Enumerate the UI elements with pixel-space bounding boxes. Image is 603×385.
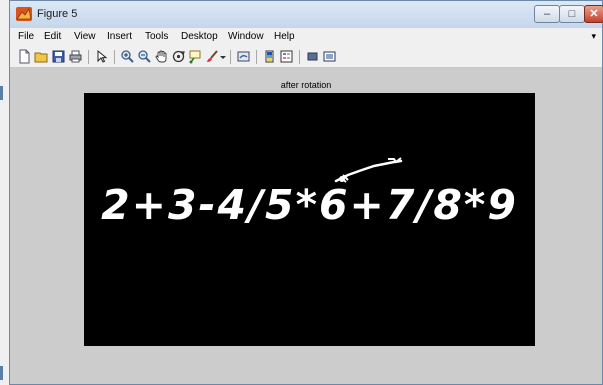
- menu-desktop[interactable]: Desktop: [181, 31, 218, 42]
- toolbar-separator: [256, 50, 257, 64]
- data-cursor-icon[interactable]: [188, 49, 203, 64]
- toolbar-separator: [299, 50, 300, 64]
- matlab-icon: [16, 7, 32, 21]
- menu-file[interactable]: File: [18, 31, 34, 42]
- toolbar-separator: [88, 50, 89, 64]
- expression-text: 2+3-4/5*6+7/8*9: [101, 181, 518, 229]
- toolbar-separator: [114, 50, 115, 64]
- menu-tools[interactable]: Tools: [145, 31, 168, 42]
- pan-hand-icon[interactable]: [154, 49, 169, 64]
- close-button[interactable]: ✕: [584, 5, 603, 23]
- figure-window: Figure 5 – □ ✕ File Edit View Insert Too…: [9, 0, 603, 385]
- window-edge-marker: [0, 86, 3, 100]
- minimize-button[interactable]: –: [534, 5, 560, 23]
- zoom-out-icon[interactable]: [137, 49, 152, 64]
- zoom-in-icon[interactable]: [120, 49, 135, 64]
- colorbar-icon[interactable]: [262, 49, 277, 64]
- maximize-button[interactable]: □: [559, 5, 585, 23]
- legend-icon[interactable]: [279, 49, 294, 64]
- background-window-edge: [0, 0, 9, 385]
- link-plot-icon[interactable]: [236, 49, 251, 64]
- brush-icon[interactable]: [205, 49, 220, 64]
- window-title: Figure 5: [37, 8, 78, 20]
- new-figure-icon[interactable]: [17, 49, 32, 64]
- menu-bar: File Edit View Insert Tools Desktop Wind…: [10, 28, 602, 47]
- figure-canvas: after rotation 2+3-4/5*6+7/8*9: [10, 68, 602, 384]
- menu-edit[interactable]: Edit: [44, 31, 61, 42]
- open-file-icon[interactable]: [34, 49, 49, 64]
- image-axes[interactable]: 2+3-4/5*6+7/8*9: [84, 93, 535, 346]
- brush-dropdown-icon[interactable]: [220, 49, 235, 64]
- axes-title: after rotation: [280, 80, 332, 90]
- print-icon[interactable]: [68, 49, 83, 64]
- hide-plot-tools-icon[interactable]: [305, 49, 320, 64]
- menu-window[interactable]: Window: [228, 31, 264, 42]
- title-bar[interactable]: Figure 5 – □ ✕: [10, 1, 603, 28]
- rotate-3d-icon[interactable]: [171, 49, 186, 64]
- maximize-icon: □: [568, 8, 576, 20]
- save-icon[interactable]: [51, 49, 66, 64]
- select-arrow-icon[interactable]: [94, 49, 109, 64]
- figure-toolbar: [10, 47, 602, 68]
- menu-help[interactable]: Help: [274, 31, 295, 42]
- close-icon: ✕: [589, 8, 599, 20]
- menu-insert[interactable]: Insert: [107, 31, 132, 42]
- window-edge-marker: [0, 366, 3, 380]
- show-plot-tools-icon[interactable]: [322, 49, 337, 64]
- menu-view[interactable]: View: [74, 31, 96, 42]
- minimize-icon: –: [543, 8, 551, 20]
- toolbar-separator: [230, 50, 231, 64]
- menu-overflow-icon[interactable]: ▾: [591, 31, 596, 42]
